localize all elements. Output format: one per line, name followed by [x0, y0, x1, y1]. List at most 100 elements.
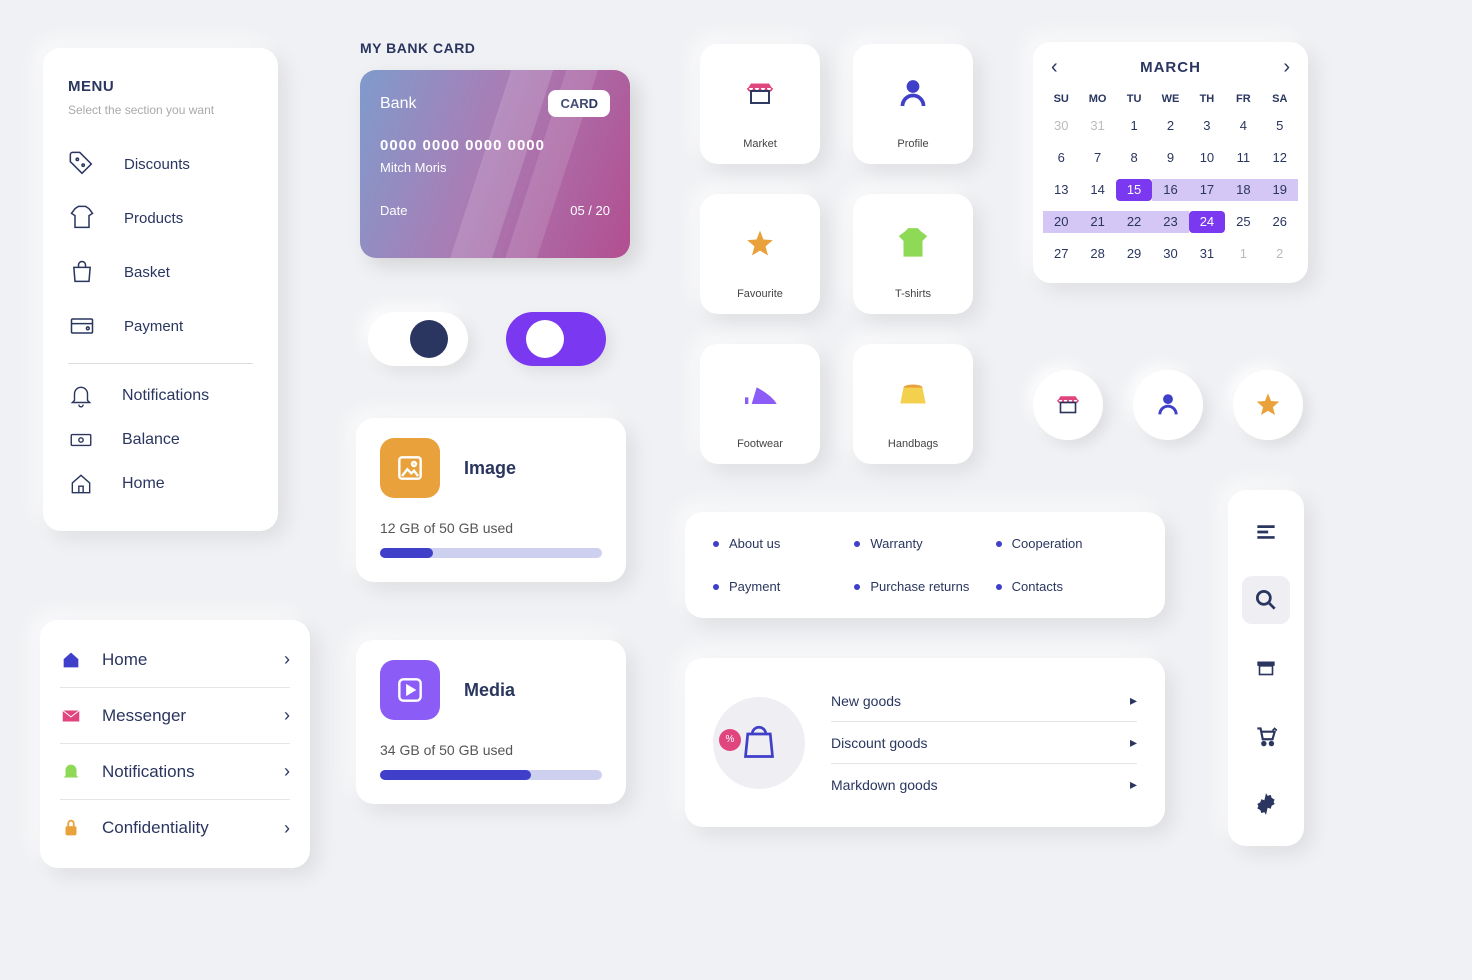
- calendar-day[interactable]: 28: [1079, 243, 1115, 265]
- media-icon: [380, 660, 440, 720]
- calendar-day[interactable]: 22: [1116, 211, 1152, 233]
- tile-label: Handbags: [861, 438, 965, 450]
- nav-label: Messenger: [102, 706, 186, 726]
- link-item[interactable]: Warranty: [854, 536, 995, 551]
- link-item[interactable]: Payment: [713, 579, 854, 594]
- nav-confidentiality[interactable]: Confidentiality ›: [60, 800, 290, 856]
- vbar-market[interactable]: [1242, 644, 1290, 692]
- calendar-day[interactable]: 31: [1079, 115, 1115, 137]
- calendar-day[interactable]: 5: [1262, 115, 1298, 137]
- tile-label: Favourite: [708, 288, 812, 300]
- toggle-on[interactable]: [506, 312, 606, 366]
- discount-icon: [68, 150, 96, 178]
- calendar-prev[interactable]: ‹: [1051, 56, 1058, 79]
- links-panel: About usWarrantyCooperation PaymentPurcha…: [685, 512, 1165, 618]
- calendar-dow: TH: [1189, 93, 1225, 105]
- tile-label: T-shirts: [861, 288, 965, 300]
- calendar-day[interactable]: 29: [1116, 243, 1152, 265]
- bank-card[interactable]: Bank CARD 0000 0000 0000 0000 Mitch Mori…: [360, 70, 630, 258]
- menu-item-home[interactable]: Home: [68, 462, 253, 506]
- card-date: 05 / 20: [570, 203, 610, 218]
- calendar-day[interactable]: 4: [1225, 115, 1261, 137]
- calendar-day[interactable]: 11: [1225, 147, 1261, 169]
- calendar-day[interactable]: 20: [1043, 211, 1079, 233]
- link-item[interactable]: Cooperation: [996, 536, 1137, 551]
- goods-panel: % New goods▸Discount goods▸Markdown good…: [685, 658, 1165, 827]
- calendar-day[interactable]: 13: [1043, 179, 1079, 201]
- calendar-day[interactable]: 30: [1043, 115, 1079, 137]
- link-item[interactable]: Purchase returns: [854, 579, 995, 594]
- menu-label: Payment: [124, 318, 183, 335]
- calendar-day[interactable]: 9: [1152, 147, 1188, 169]
- calendar-next[interactable]: ›: [1283, 56, 1290, 79]
- nav-label: Home: [102, 650, 147, 670]
- menu-item-products[interactable]: Products: [68, 191, 253, 245]
- calendar: ‹ MARCH › SUMOTUWETHFRSA3031123456789101…: [1033, 42, 1308, 283]
- nav-notifications[interactable]: Notifications ›: [60, 744, 290, 800]
- calendar-day[interactable]: 6: [1043, 147, 1079, 169]
- toggle-off[interactable]: [368, 312, 468, 366]
- menu-item-notifications[interactable]: Notifications: [68, 374, 253, 418]
- calendar-day[interactable]: 10: [1189, 147, 1225, 169]
- calendar-day[interactable]: 18: [1225, 179, 1261, 201]
- calendar-dow: MO: [1079, 93, 1115, 105]
- link-item[interactable]: Contacts: [996, 579, 1137, 594]
- circle-star[interactable]: [1233, 370, 1303, 440]
- calendar-day[interactable]: 1: [1116, 115, 1152, 137]
- calendar-day[interactable]: 2: [1262, 243, 1298, 265]
- nav-home[interactable]: Home ›: [60, 632, 290, 688]
- calendar-day[interactable]: 12: [1262, 147, 1298, 169]
- vbar-settings[interactable]: [1242, 780, 1290, 828]
- vbar-search[interactable]: [1242, 576, 1290, 624]
- menu-item-discounts[interactable]: Discounts: [68, 137, 253, 191]
- chevron-right-icon: ›: [284, 649, 290, 670]
- calendar-dow: SA: [1262, 93, 1298, 105]
- calendar-day[interactable]: 23: [1152, 211, 1188, 233]
- bell-icon: [60, 761, 82, 783]
- calendar-day[interactable]: 2: [1152, 115, 1188, 137]
- tile-favourite[interactable]: Favourite: [700, 194, 820, 314]
- tile-tshirts[interactable]: T-shirts: [853, 194, 973, 314]
- play-icon: ▸: [1130, 734, 1137, 751]
- calendar-day[interactable]: 30: [1152, 243, 1188, 265]
- calendar-day[interactable]: 31: [1189, 243, 1225, 265]
- bank-card-title: MY BANK CARD: [360, 40, 475, 56]
- calendar-day[interactable]: 3: [1189, 115, 1225, 137]
- chevron-right-icon: ›: [284, 818, 290, 839]
- link-item[interactable]: About us: [713, 536, 854, 551]
- money-icon: [68, 427, 94, 453]
- vbar-cart[interactable]: [1242, 712, 1290, 760]
- calendar-dow: SU: [1043, 93, 1079, 105]
- menu-item-payment[interactable]: Payment: [68, 299, 253, 353]
- calendar-day[interactable]: 17: [1189, 179, 1225, 201]
- calendar-day[interactable]: 24: [1189, 211, 1225, 233]
- vbar-menu[interactable]: [1242, 508, 1290, 556]
- goods-item[interactable]: Discount goods▸: [831, 722, 1137, 764]
- tile-market[interactable]: Market: [700, 44, 820, 164]
- tile-footwear[interactable]: Footwear: [700, 344, 820, 464]
- calendar-day[interactable]: 1: [1225, 243, 1261, 265]
- tile-handbags[interactable]: Handbags: [853, 344, 973, 464]
- calendar-day[interactable]: 19: [1262, 179, 1298, 201]
- calendar-day[interactable]: 8: [1116, 147, 1152, 169]
- calendar-day[interactable]: 25: [1225, 211, 1261, 233]
- menu-label: Discounts: [124, 156, 190, 173]
- circle-profile[interactable]: [1133, 370, 1203, 440]
- calendar-day[interactable]: 16: [1152, 179, 1188, 201]
- calendar-day[interactable]: 7: [1079, 147, 1115, 169]
- tile-profile[interactable]: Profile: [853, 44, 973, 164]
- calendar-day[interactable]: 21: [1079, 211, 1115, 233]
- tile-label: Footwear: [708, 438, 812, 450]
- calendar-day[interactable]: 14: [1079, 179, 1115, 201]
- menu-item-balance[interactable]: Balance: [68, 418, 253, 462]
- circle-market[interactable]: [1033, 370, 1103, 440]
- calendar-day[interactable]: 27: [1043, 243, 1079, 265]
- goods-item[interactable]: New goods▸: [831, 680, 1137, 722]
- menu-item-basket[interactable]: Basket: [68, 245, 253, 299]
- nav-messenger[interactable]: Messenger ›: [60, 688, 290, 744]
- calendar-day[interactable]: 15: [1116, 179, 1152, 201]
- menu-label: Home: [122, 475, 165, 493]
- goods-item[interactable]: Markdown goods▸: [831, 764, 1137, 805]
- calendar-day[interactable]: 26: [1262, 211, 1298, 233]
- nav-label: Confidentiality: [102, 818, 209, 838]
